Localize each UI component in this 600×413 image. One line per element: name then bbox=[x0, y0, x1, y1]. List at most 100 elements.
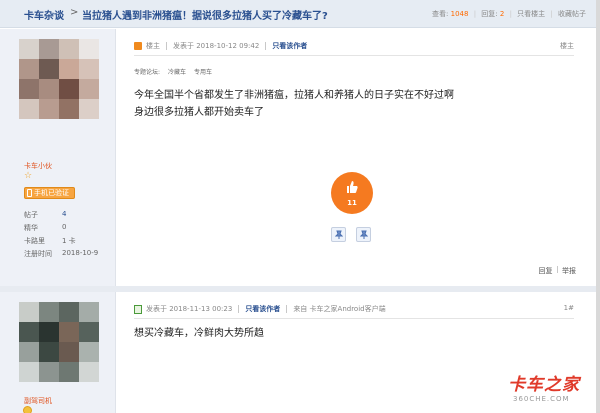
avatar-pixel bbox=[39, 79, 59, 99]
watermark-logo: 卡车之家 bbox=[508, 375, 580, 395]
avatar-pixel bbox=[79, 79, 99, 99]
meta-divider bbox=[286, 305, 288, 313]
post-body: 今年全国半个省都发生了非洲猪瘟，拉猪人和养猪人的日子实在不好过啊 身边很多拉猪人… bbox=[134, 87, 454, 121]
thumb-up-icon bbox=[347, 181, 358, 193]
avatar-pixel bbox=[39, 362, 59, 382]
stat-posts: 帖子 4 bbox=[24, 210, 114, 220]
post-icon bbox=[134, 304, 142, 314]
avatar-pixel bbox=[59, 39, 79, 59]
avatar-pixel bbox=[59, 59, 79, 79]
post-date: 发表于 2018-10-12 09:42 bbox=[173, 42, 260, 50]
op-icon bbox=[134, 42, 142, 50]
only-author-link[interactable]: 只看该作者 bbox=[245, 304, 280, 314]
divider bbox=[134, 318, 574, 319]
star-icon: ☆ bbox=[24, 171, 33, 181]
stat-label: 帖子 bbox=[24, 211, 38, 219]
avatar-pixel bbox=[59, 99, 79, 119]
thread-header: 卡车杂谈 > 当拉猪人遇到非洲猪瘟！据说很多拉猪人买了冷藏车了? 查看: 104… bbox=[0, 0, 596, 28]
avatar-pixel bbox=[59, 322, 79, 342]
reply-link[interactable]: 回复 bbox=[539, 267, 553, 275]
share-button[interactable] bbox=[331, 227, 346, 242]
avatar-pixel bbox=[59, 362, 79, 382]
author-sidebar: 副驾司机 bbox=[0, 292, 116, 413]
stats-divider: | bbox=[509, 10, 512, 18]
avatar-pixel bbox=[19, 362, 39, 382]
avatar-pixel bbox=[39, 322, 59, 342]
level-medal-icon bbox=[23, 406, 32, 413]
scrollbar[interactable] bbox=[596, 0, 600, 413]
views-count: 1048 bbox=[450, 10, 469, 18]
pin-icon bbox=[335, 230, 343, 239]
tags-label: 专题论坛: bbox=[134, 69, 161, 76]
stat-label: 精华 bbox=[24, 224, 38, 232]
avatar-pixel bbox=[39, 99, 59, 119]
avatar-pixel bbox=[79, 59, 99, 79]
avatar-pixel bbox=[19, 322, 39, 342]
action-divider bbox=[556, 266, 558, 273]
post-meta: 发表于 2018-11-13 00:23 只看该作者 来自 卡车之家Androi… bbox=[134, 304, 386, 314]
floor-label: 楼主 bbox=[560, 42, 574, 50]
avatar-pixel bbox=[79, 342, 99, 362]
avatar-pixel bbox=[19, 39, 39, 59]
post-source: 来自 卡车之家Android客户端 bbox=[293, 305, 386, 313]
post-line: 身边很多拉猪人都开始卖车了 bbox=[134, 107, 264, 118]
replies-label: 回复: bbox=[481, 10, 498, 18]
topic-tags: 专题论坛: 冷藏车 专用车 bbox=[134, 67, 212, 76]
floor-label: 1# bbox=[563, 304, 574, 312]
avatar-pixel bbox=[39, 342, 59, 362]
avatar-pixel bbox=[19, 302, 39, 322]
avatar[interactable] bbox=[19, 39, 99, 119]
pin-icon bbox=[360, 230, 368, 239]
stat-value[interactable]: 4 bbox=[62, 210, 66, 218]
stat-label: 注册时间 bbox=[24, 250, 52, 258]
tag-link[interactable]: 冷藏车 bbox=[168, 67, 186, 76]
avatar-pixel bbox=[19, 59, 39, 79]
breadcrumb-forum[interactable]: 卡车杂谈 bbox=[24, 7, 64, 22]
watermark-domain: 360CHE.COM bbox=[513, 395, 570, 403]
like-count: 11 bbox=[347, 199, 357, 207]
avatar-pixel bbox=[79, 99, 99, 119]
favorite-link[interactable]: 收藏帖子 bbox=[558, 10, 586, 18]
post-actions: 回复 举报 bbox=[539, 266, 576, 276]
thread-title[interactable]: 当拉猪人遇到非洲猪瘟！据说很多拉猪人买了冷藏车了? bbox=[82, 7, 328, 22]
stats-divider: | bbox=[550, 10, 553, 18]
views-label: 查看: bbox=[432, 10, 449, 18]
stat-calories: 卡路里 1 卡 bbox=[24, 236, 114, 246]
like-button[interactable]: 11 bbox=[331, 172, 373, 214]
post-content: 楼主 发表于 2018-10-12 09:42 只看该作者 楼主 专题论坛: 冷… bbox=[116, 29, 596, 286]
username[interactable]: 副驾司机 bbox=[24, 396, 52, 406]
post-line: 今年全国半个省都发生了非洲猪瘟，拉猪人和养猪人的日子实在不好过啊 bbox=[134, 90, 454, 101]
meta-divider bbox=[238, 305, 240, 313]
share-button[interactable] bbox=[356, 227, 371, 242]
tag-link[interactable]: 专用车 bbox=[194, 67, 212, 76]
only-op-link[interactable]: 只看楼主 bbox=[517, 10, 545, 18]
post-meta: 楼主 发表于 2018-10-12 09:42 只看该作者 bbox=[134, 41, 307, 51]
thread-stats: 查看: 1048 | 回复: 2 | 只看楼主 | 收藏帖子 bbox=[432, 9, 586, 19]
stat-value: 0 bbox=[62, 223, 67, 231]
divider bbox=[134, 55, 574, 56]
meta-divider bbox=[265, 42, 267, 50]
stat-registered: 注册时间 2018-10-9 bbox=[24, 249, 114, 259]
site-watermark: 卡车之家 360CHE.COM bbox=[508, 375, 580, 403]
stat-digest: 精华 0 bbox=[24, 223, 114, 233]
avatar-pixel bbox=[59, 302, 79, 322]
report-link[interactable]: 举报 bbox=[562, 267, 576, 275]
only-author-link[interactable]: 只看该作者 bbox=[272, 41, 307, 51]
replies-count: 2 bbox=[499, 10, 505, 18]
avatar-pixel bbox=[19, 99, 39, 119]
avatar[interactable] bbox=[19, 302, 99, 382]
op-label: 楼主 bbox=[146, 42, 160, 50]
avatar-pixel bbox=[79, 322, 99, 342]
meta-divider bbox=[166, 42, 167, 50]
avatar-pixel bbox=[79, 302, 99, 322]
avatar-pixel bbox=[39, 39, 59, 59]
username[interactable]: 卡车小伙 bbox=[24, 161, 52, 171]
avatar-pixel bbox=[39, 59, 59, 79]
avatar-pixel bbox=[79, 39, 99, 59]
phone-verified-badge: 手机已验证 bbox=[24, 187, 75, 199]
post-line: 想买冷藏车，冷鲜肉大势所趋 bbox=[134, 328, 264, 339]
stat-value: 1 卡 bbox=[62, 237, 76, 245]
avatar-pixel bbox=[19, 79, 39, 99]
stat-label: 卡路里 bbox=[24, 237, 45, 245]
avatar-pixel bbox=[79, 362, 99, 382]
